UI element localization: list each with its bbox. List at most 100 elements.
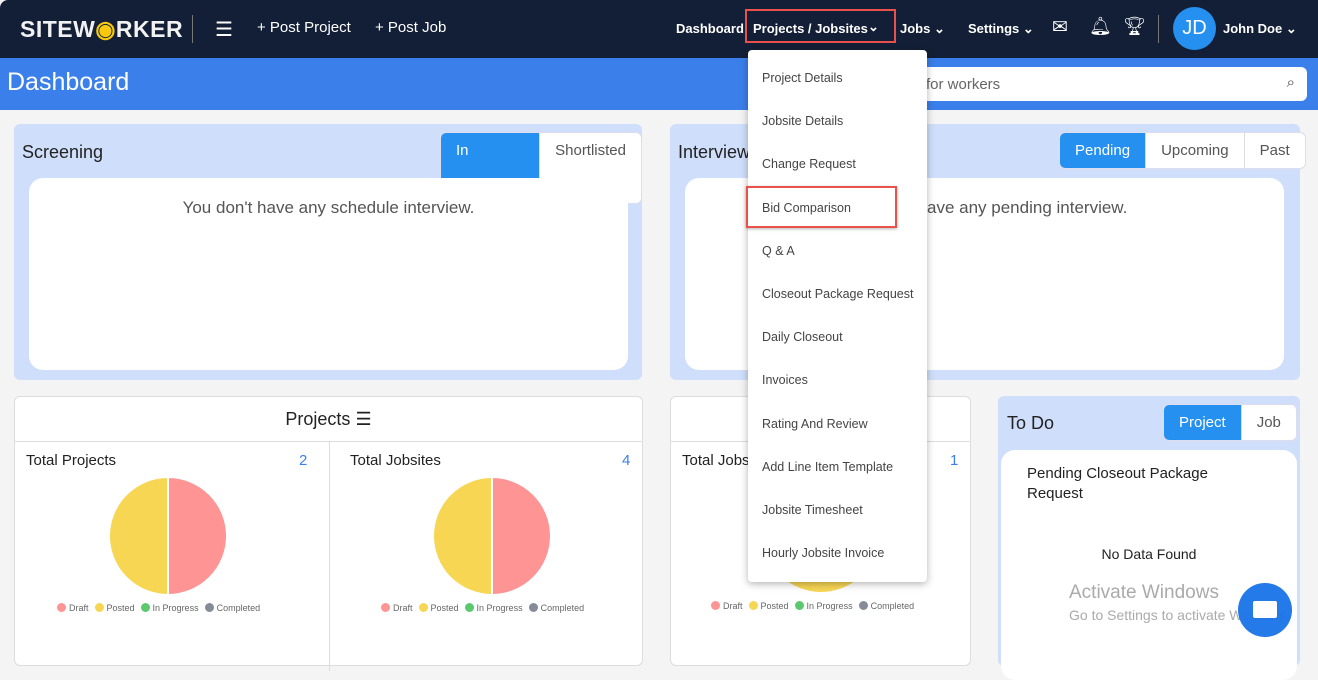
- tab-past[interactable]: Past: [1243, 133, 1305, 168]
- legend-swatch: [748, 601, 758, 610]
- card-title: Interview: [678, 142, 751, 162]
- chevron-down-icon: ⌄: [1022, 21, 1034, 36]
- dropdown-item-add-line-item-template[interactable]: Add Line Item Template: [762, 460, 893, 474]
- todo-item-title: Pending Closeout Package Request: [1027, 465, 1208, 502]
- card-title: Screening: [22, 142, 104, 162]
- legend-item[interactable]: In Progress: [794, 601, 853, 611]
- legend-item[interactable]: Posted: [748, 601, 789, 611]
- dropdown-item-change-request[interactable]: Change Request: [762, 157, 856, 171]
- tab-job[interactable]: Job: [1240, 405, 1296, 440]
- chat-button[interactable]: [1238, 583, 1292, 637]
- screening-card: Screening In Pipeline Shortlisted You do…: [14, 124, 642, 380]
- legend-item[interactable]: Completed: [858, 601, 914, 611]
- empty-message: ave any pending interview.: [927, 198, 1128, 217]
- dropdown-item-invoices[interactable]: Invoices: [762, 373, 808, 387]
- post-project-link[interactable]: + Post Project: [257, 19, 351, 36]
- legend-swatch: [464, 603, 474, 612]
- legend-item[interactable]: Draft: [711, 601, 743, 611]
- legend-item[interactable]: In Progress: [464, 603, 523, 613]
- legend-swatch: [140, 603, 150, 612]
- search-icon[interactable]: ⌕: [1287, 74, 1295, 91]
- chart-legend: Draft Posted In Progress Completed: [381, 603, 584, 613]
- bell-icon[interactable]: 🔔︎: [1089, 16, 1112, 37]
- nav-jobs[interactable]: Jobs ⌄: [900, 21, 945, 37]
- legend-item[interactable]: In Progress: [140, 603, 199, 613]
- mail-icon[interactable]: ✉: [1052, 16, 1068, 39]
- legend-label: Completed: [540, 603, 585, 613]
- menu-icon[interactable]: ☰: [215, 17, 233, 42]
- chevron-down-icon: ⌄: [1285, 21, 1297, 36]
- projects-title-text: Projects: [285, 409, 351, 429]
- divider: [192, 15, 193, 43]
- projects-pie-chart: [108, 475, 228, 597]
- legend-swatch: [711, 601, 720, 610]
- legend-label: Draft: [393, 603, 413, 613]
- dropdown-item-rating-and-review[interactable]: Rating And Review: [762, 417, 868, 431]
- dropdown-item-jobsite-details[interactable]: Jobsite Details: [762, 114, 843, 128]
- legend-label: Draft: [69, 603, 89, 613]
- tab-pending[interactable]: Pending: [1060, 133, 1146, 168]
- total-projects-count[interactable]: 2: [299, 452, 307, 469]
- page-title: Dashboard: [7, 68, 130, 96]
- pie-slice-draft[interactable]: [491, 475, 552, 597]
- legend-swatch: [94, 603, 104, 612]
- legend-item[interactable]: Posted: [94, 603, 135, 613]
- total-projects-label: Total Projects: [26, 452, 117, 469]
- screening-body: You don't have any schedule interview.: [29, 178, 628, 370]
- legend-swatch: [418, 603, 428, 612]
- bid-comparison-highlight: [746, 186, 897, 228]
- nav-dashboard[interactable]: Dashboard: [676, 21, 744, 36]
- total-jobs-label: Total Jobs: [682, 452, 750, 469]
- legend-item[interactable]: Draft: [381, 603, 413, 613]
- todo-tabs: Project Job: [1163, 404, 1297, 441]
- interview-tabs: Pending Upcoming Past: [1059, 132, 1306, 169]
- tab-project[interactable]: Project: [1164, 405, 1241, 440]
- pie-slice-posted[interactable]: [432, 475, 493, 597]
- nav-projects-jobsites[interactable]: Projects / Jobsites ⌄: [745, 9, 896, 43]
- search-placeholder: for workers: [926, 76, 1001, 93]
- pie-slice-posted[interactable]: [108, 475, 169, 597]
- divider: [1158, 15, 1159, 43]
- projects-dropdown-menu: Project Details Jobsite Details Change Req…: [748, 50, 927, 582]
- chevron-down-icon: ⌄: [868, 19, 879, 34]
- chevron-down-icon: ⌄: [933, 21, 945, 36]
- dropdown-item-closeout-package-request[interactable]: Closeout Package Request: [762, 287, 913, 301]
- post-job-link[interactable]: + Post Job: [375, 19, 446, 36]
- legend-swatch: [858, 601, 868, 610]
- legend-swatch: [381, 603, 390, 612]
- projects-title: Projects ☰: [15, 409, 642, 430]
- legend-swatch: [57, 603, 66, 612]
- user-menu[interactable]: John Doe ⌄: [1223, 21, 1297, 37]
- siteworker-logo[interactable]: SITEW◉RKER: [20, 16, 183, 43]
- tab-upcoming[interactable]: Upcoming: [1145, 133, 1244, 168]
- chart-legend: Draft Posted In Progress Completed: [57, 603, 260, 613]
- legend-item[interactable]: Draft: [57, 603, 89, 613]
- legend-label: Posted: [760, 601, 789, 611]
- dropdown-item-jobsite-timesheet[interactable]: Jobsite Timesheet: [762, 503, 863, 517]
- legend-label: Posted: [106, 603, 135, 613]
- total-jobs-count[interactable]: 1: [950, 452, 958, 469]
- pie-slice-draft[interactable]: [167, 475, 228, 597]
- chat-icon: [1253, 601, 1277, 618]
- chart-legend: Draft Posted In Progress Completed: [711, 601, 914, 611]
- legend-swatch: [528, 603, 538, 612]
- total-jobsites-count[interactable]: 4: [622, 452, 630, 469]
- legend-label: Posted: [430, 603, 459, 613]
- nav-settings[interactable]: Settings ⌄: [968, 21, 1034, 37]
- jobsites-pie-chart: [432, 475, 552, 597]
- dropdown-item-daily-closeout[interactable]: Daily Closeout: [762, 330, 843, 344]
- dropdown-item-project-details[interactable]: Project Details: [762, 71, 843, 85]
- nav-projects-label: Projects / Jobsites: [753, 21, 868, 36]
- projects-card: Projects ☰ Total Projects 2 Total Jobsit…: [14, 396, 643, 671]
- legend-label: In Progress: [152, 603, 199, 613]
- legend-item[interactable]: Completed: [528, 603, 585, 613]
- dropdown-item-hourly-jobsite-invoice[interactable]: Hourly Jobsite Invoice: [762, 546, 884, 560]
- windows-watermark: Activate Windows: [1069, 582, 1219, 603]
- search-input[interactable]: for workers ⌕: [900, 67, 1307, 101]
- legend-label: Draft: [723, 601, 743, 611]
- legend-item[interactable]: Posted: [418, 603, 459, 613]
- avatar[interactable]: JD: [1173, 7, 1216, 50]
- legend-item[interactable]: Completed: [204, 603, 260, 613]
- dropdown-item-q-a[interactable]: Q & A: [762, 244, 795, 258]
- trophy-icon[interactable]: 🏆︎: [1123, 16, 1146, 37]
